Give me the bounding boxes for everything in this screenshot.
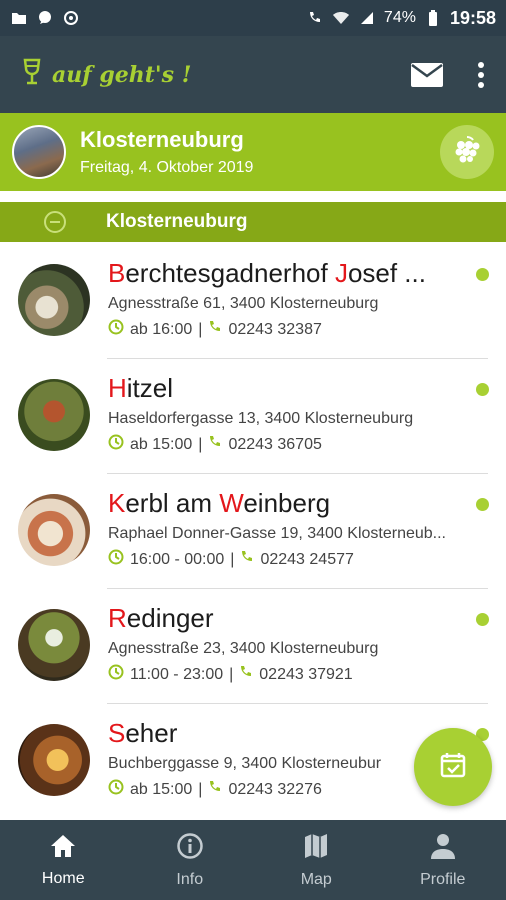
battery-icon	[424, 9, 442, 27]
location-date: Freitag, 4. Oktober 2019	[80, 159, 254, 176]
venue-photo	[18, 379, 90, 451]
map-icon	[302, 832, 330, 865]
venue-phone[interactable]: 02243 36705	[228, 436, 321, 454]
calendar-check-icon	[439, 751, 467, 784]
nav-info[interactable]: Info	[127, 820, 254, 900]
clock-icon	[108, 664, 124, 685]
venue-name: Seher	[108, 718, 178, 748]
signal-icon	[358, 9, 376, 27]
venue-photo	[18, 609, 90, 681]
clock: 19:58	[449, 7, 496, 28]
venue-hours: ab 15:00	[130, 435, 193, 453]
chat-icon	[36, 9, 54, 27]
phone-icon	[208, 780, 222, 799]
separator: |	[230, 550, 235, 568]
separator: |	[198, 320, 203, 338]
call-icon	[306, 9, 324, 27]
phone-icon	[240, 550, 254, 569]
venue-name: Kerbl am Weinberg	[108, 488, 331, 518]
clock-icon	[108, 779, 124, 800]
phone-icon	[239, 665, 253, 684]
app-title: auf geht's !	[52, 61, 192, 88]
info-icon	[176, 832, 204, 865]
wine-glass-icon	[22, 58, 42, 91]
phone-icon	[208, 320, 222, 339]
home-icon	[49, 833, 77, 864]
calendar-fab[interactable]	[414, 728, 492, 806]
venue-hours: 11:00 - 23:00	[130, 665, 224, 683]
venue-phone[interactable]: 02243 24577	[260, 551, 353, 569]
profile-icon	[429, 832, 457, 865]
venue-address: Agnesstraße 23, 3400 Klosterneuburg	[108, 640, 379, 657]
venue-list: Berchtesgadnerhof Josef ... Agnesstraße …	[0, 244, 506, 819]
open-status-dot	[476, 498, 489, 511]
venue-hours: 16:00 - 00:00	[130, 550, 225, 568]
venue-phone[interactable]: 02243 32276	[228, 781, 321, 799]
list-item[interactable]: Redinger Agnesstraße 23, 3400 Klosterneu…	[0, 589, 506, 704]
venue-address: Raphael Donner-Gasse 19, 3400 Klosterneu…	[108, 525, 446, 542]
mail-icon[interactable]	[410, 62, 444, 88]
nav-map[interactable]: Map	[253, 820, 380, 900]
nav-label: Map	[300, 870, 332, 888]
open-status-dot	[476, 268, 489, 281]
venue-name: Redinger	[108, 603, 214, 633]
venue-phone[interactable]: 02243 37921	[259, 666, 352, 684]
venue-name: Hitzel	[108, 373, 174, 403]
list-item[interactable]: Kerbl am Weinberg Raphael Donner-Gasse 1…	[0, 474, 506, 589]
section-title: Klosterneuburg	[106, 211, 248, 232]
bottom-nav: Home Info Map Profile	[0, 820, 506, 900]
clock-icon	[108, 549, 124, 570]
venue-hours: ab 15:00	[130, 780, 193, 798]
more-options-icon[interactable]	[478, 61, 484, 88]
app-bar: auf geht's !	[0, 36, 506, 113]
wifi-icon	[332, 9, 350, 27]
phone-icon	[208, 435, 222, 454]
nav-label: Home	[41, 869, 85, 887]
separator: |	[229, 665, 234, 683]
venue-photo	[18, 724, 90, 796]
list-item[interactable]: Hitzel Haseldorfergasse 13, 3400 Kloster…	[0, 359, 506, 474]
nav-profile[interactable]: Profile	[380, 820, 506, 900]
list-item[interactable]: Berchtesgadnerhof Josef ... Agnesstraße …	[0, 244, 506, 359]
venue-photo	[18, 494, 90, 566]
location-avatar	[12, 125, 66, 179]
venue-hours: ab 16:00	[130, 320, 193, 338]
venue-phone[interactable]: 02243 32387	[228, 321, 321, 339]
venue-address: Agnesstraße 61, 3400 Klosterneuburg	[108, 295, 379, 312]
clock-icon	[108, 319, 124, 340]
location-title: Klosterneuburg	[80, 127, 244, 152]
location-header[interactable]: Klosterneuburg Freitag, 4. Oktober 2019	[0, 113, 506, 191]
nav-label: Profile	[420, 870, 466, 888]
folder-icon	[10, 9, 28, 27]
nav-label: Info	[176, 870, 204, 888]
section-header[interactable]: Klosterneuburg	[0, 202, 506, 242]
app-logo: auf geht's !	[22, 58, 191, 91]
separator: |	[198, 435, 203, 453]
open-status-dot	[476, 613, 489, 626]
venue-name: Berchtesgadnerhof Josef ...	[108, 258, 426, 288]
grape-icon	[451, 134, 483, 171]
sync-icon	[62, 9, 80, 27]
collapse-icon[interactable]	[44, 211, 66, 233]
nav-home[interactable]: Home	[0, 820, 127, 900]
venue-photo	[18, 264, 90, 336]
open-status-dot	[476, 383, 489, 396]
battery-level: 74%	[383, 9, 416, 26]
grape-button[interactable]	[440, 125, 494, 179]
venue-address: Haseldorfergasse 13, 3400 Klosterneuburg	[108, 410, 414, 427]
status-bar: 74% 19:58	[0, 0, 506, 36]
clock-icon	[108, 434, 124, 455]
separator: |	[198, 780, 203, 798]
